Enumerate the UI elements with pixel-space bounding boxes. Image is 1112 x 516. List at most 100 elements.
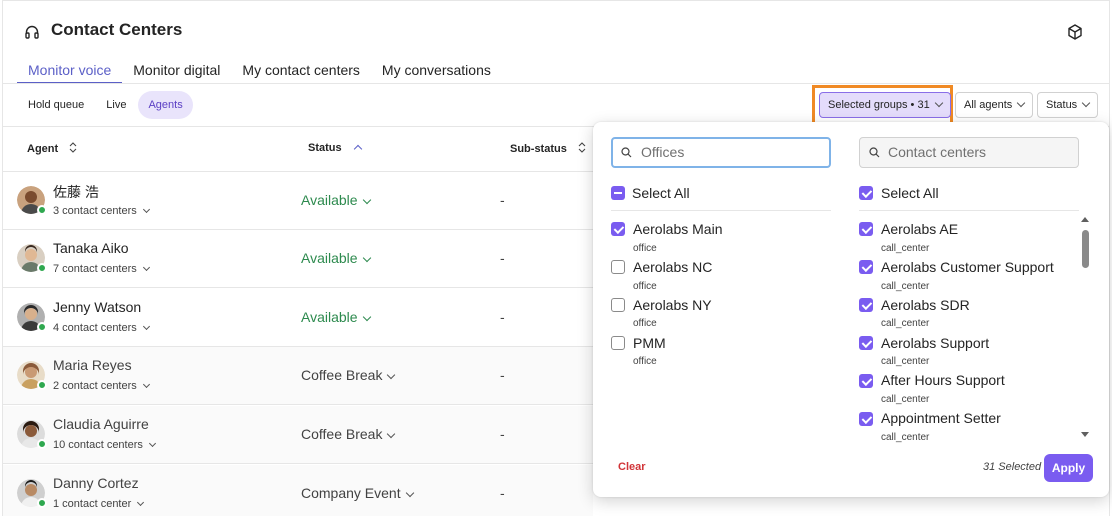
office-checkbox[interactable] <box>611 336 625 350</box>
status-dropdown[interactable]: Available <box>301 309 371 325</box>
substatus-value: - <box>500 309 505 325</box>
status-label: Company Event <box>301 485 401 501</box>
table-row[interactable]: Jenny Watson 4 contact centers Available… <box>3 289 593 347</box>
sub-tabs: Hold queue Live Agents <box>18 91 193 119</box>
contact-centers-toggle[interactable]: 7 contact centers <box>53 263 150 275</box>
subtab-agents[interactable]: Agents <box>138 91 193 119</box>
contact-centers-toggle[interactable]: 2 contact centers <box>53 380 150 392</box>
contact-centers-toggle[interactable]: 3 contact centers <box>53 205 150 217</box>
status-dropdown[interactable]: Available <box>301 250 371 266</box>
substatus-value: - <box>500 250 505 266</box>
contact-centers-count: 4 contact centers <box>53 322 137 334</box>
table-row[interactable]: Maria Reyes 2 contact centers Coffee Bre… <box>3 347 593 405</box>
scroll-up-arrow-icon[interactable] <box>1081 217 1089 222</box>
tab-monitor-voice[interactable]: Monitor voice <box>17 58 123 84</box>
table-row[interactable]: 佐藤 浩 3 contact centers Available - <box>3 172 593 230</box>
center-checkbox[interactable] <box>859 298 873 312</box>
center-name: After Hours Support <box>881 372 1005 388</box>
offices-search-input[interactable]: Offices <box>611 137 831 168</box>
clear-button[interactable]: Clear <box>618 461 646 473</box>
selected-groups-filter[interactable]: Selected groups • 31 <box>819 92 951 118</box>
agent-name: Danny Cortez <box>53 475 139 491</box>
center-name: Aerolabs SDR <box>881 297 970 313</box>
search-icon <box>869 147 880 158</box>
chevron-down-icon <box>1017 98 1026 108</box>
chevron-down-icon <box>405 488 414 498</box>
table-row[interactable]: Danny Cortez 1 contact center Company Ev… <box>3 465 593 516</box>
agent-name: Claudia Aguirre <box>53 416 149 432</box>
subtab-hold-queue[interactable]: Hold queue <box>18 91 94 119</box>
status-label: Available <box>301 192 358 208</box>
chevron-down-icon <box>142 205 150 214</box>
office-type: office <box>633 318 657 329</box>
office-name: PMM <box>633 335 666 351</box>
contact-centers-search-input[interactable]: Contact centers <box>859 137 1079 168</box>
contact-centers-toggle[interactable]: 1 contact center <box>53 498 145 510</box>
column-header-status-label: Status <box>308 142 342 154</box>
selected-count: 31 Selected <box>983 461 1042 473</box>
centers-select-all-checkbox[interactable] <box>859 186 873 200</box>
agent-name: Jenny Watson <box>53 299 142 315</box>
office-checkbox[interactable] <box>611 222 625 236</box>
center-type: call_center <box>881 356 930 367</box>
center-name: Aerolabs Support <box>881 335 990 351</box>
avatar <box>17 186 47 215</box>
offices-select-all-label: Select All <box>632 185 690 201</box>
chevron-down-icon <box>934 98 943 108</box>
column-header-substatus-label: Sub-status <box>510 143 567 155</box>
presence-available-icon <box>37 322 47 332</box>
contact-centers-count: 7 contact centers <box>53 263 137 275</box>
cube-icon[interactable] <box>1066 23 1084 41</box>
contact-centers-toggle[interactable]: 4 contact centers <box>53 322 150 334</box>
center-name: Aerolabs AE <box>881 221 959 237</box>
tab-my-contact-centers[interactable]: My contact centers <box>231 58 371 84</box>
chevron-down-icon <box>1081 98 1091 108</box>
center-checkbox[interactable] <box>859 222 873 236</box>
presence-available-icon <box>37 498 47 508</box>
offices-select-all-checkbox[interactable] <box>611 186 625 200</box>
agent-name: 佐藤 浩 <box>53 184 99 200</box>
contact-centers-count: 1 contact center <box>53 498 132 510</box>
status-label: Available <box>301 250 358 266</box>
office-checkbox[interactable] <box>611 260 625 274</box>
center-type: call_center <box>881 281 930 292</box>
status-filter[interactable]: Status <box>1037 92 1099 118</box>
tab-my-conversations[interactable]: My conversations <box>371 58 502 84</box>
column-header-status[interactable]: Status <box>308 142 362 154</box>
center-checkbox[interactable] <box>859 260 873 274</box>
presence-available-icon <box>37 263 47 273</box>
table-row[interactable]: Claudia Aguirre 10 contact centers Coffe… <box>3 406 593 464</box>
avatar <box>17 303 47 332</box>
table-row[interactable]: Tanaka Aiko 7 contact centers Available … <box>3 230 593 288</box>
main-tabs: Monitor voice Monitor digital My contact… <box>17 58 502 84</box>
presence-available-icon <box>37 380 47 390</box>
center-checkbox[interactable] <box>859 374 873 388</box>
status-label: Coffee Break <box>301 367 383 383</box>
contact-centers-search-placeholder: Contact centers <box>888 144 987 160</box>
office-checkbox[interactable] <box>611 298 625 312</box>
status-dropdown[interactable]: Available <box>301 192 371 208</box>
center-checkbox[interactable] <box>859 336 873 350</box>
center-checkbox[interactable] <box>859 412 873 426</box>
apply-button[interactable]: Apply <box>1044 454 1093 482</box>
column-header-agent[interactable]: Agent <box>27 142 77 155</box>
contact-centers-toggle[interactable]: 10 contact centers <box>53 439 156 451</box>
offices-search-placeholder: Offices <box>641 144 685 160</box>
center-type: call_center <box>881 243 930 254</box>
status-label: Available <box>301 309 358 325</box>
scroll-down-arrow-icon[interactable] <box>1081 432 1089 437</box>
status-dropdown[interactable]: Coffee Break <box>301 367 396 383</box>
center-type: call_center <box>881 318 930 329</box>
status-dropdown[interactable]: Coffee Break <box>301 426 396 442</box>
centers-select-all-label: Select All <box>881 185 939 201</box>
chevron-down-icon <box>387 429 396 439</box>
column-header-substatus[interactable]: Sub-status <box>510 142 586 155</box>
status-dropdown[interactable]: Company Event <box>301 485 414 501</box>
tab-monitor-digital[interactable]: Monitor digital <box>122 58 231 84</box>
app-header: Contact Centers <box>0 0 1112 60</box>
scrollbar-thumb[interactable] <box>1082 230 1089 268</box>
subtab-live[interactable]: Live <box>96 91 136 119</box>
all-agents-filter[interactable]: All agents <box>955 92 1034 118</box>
avatar <box>17 420 47 449</box>
offices-divider <box>611 210 831 211</box>
